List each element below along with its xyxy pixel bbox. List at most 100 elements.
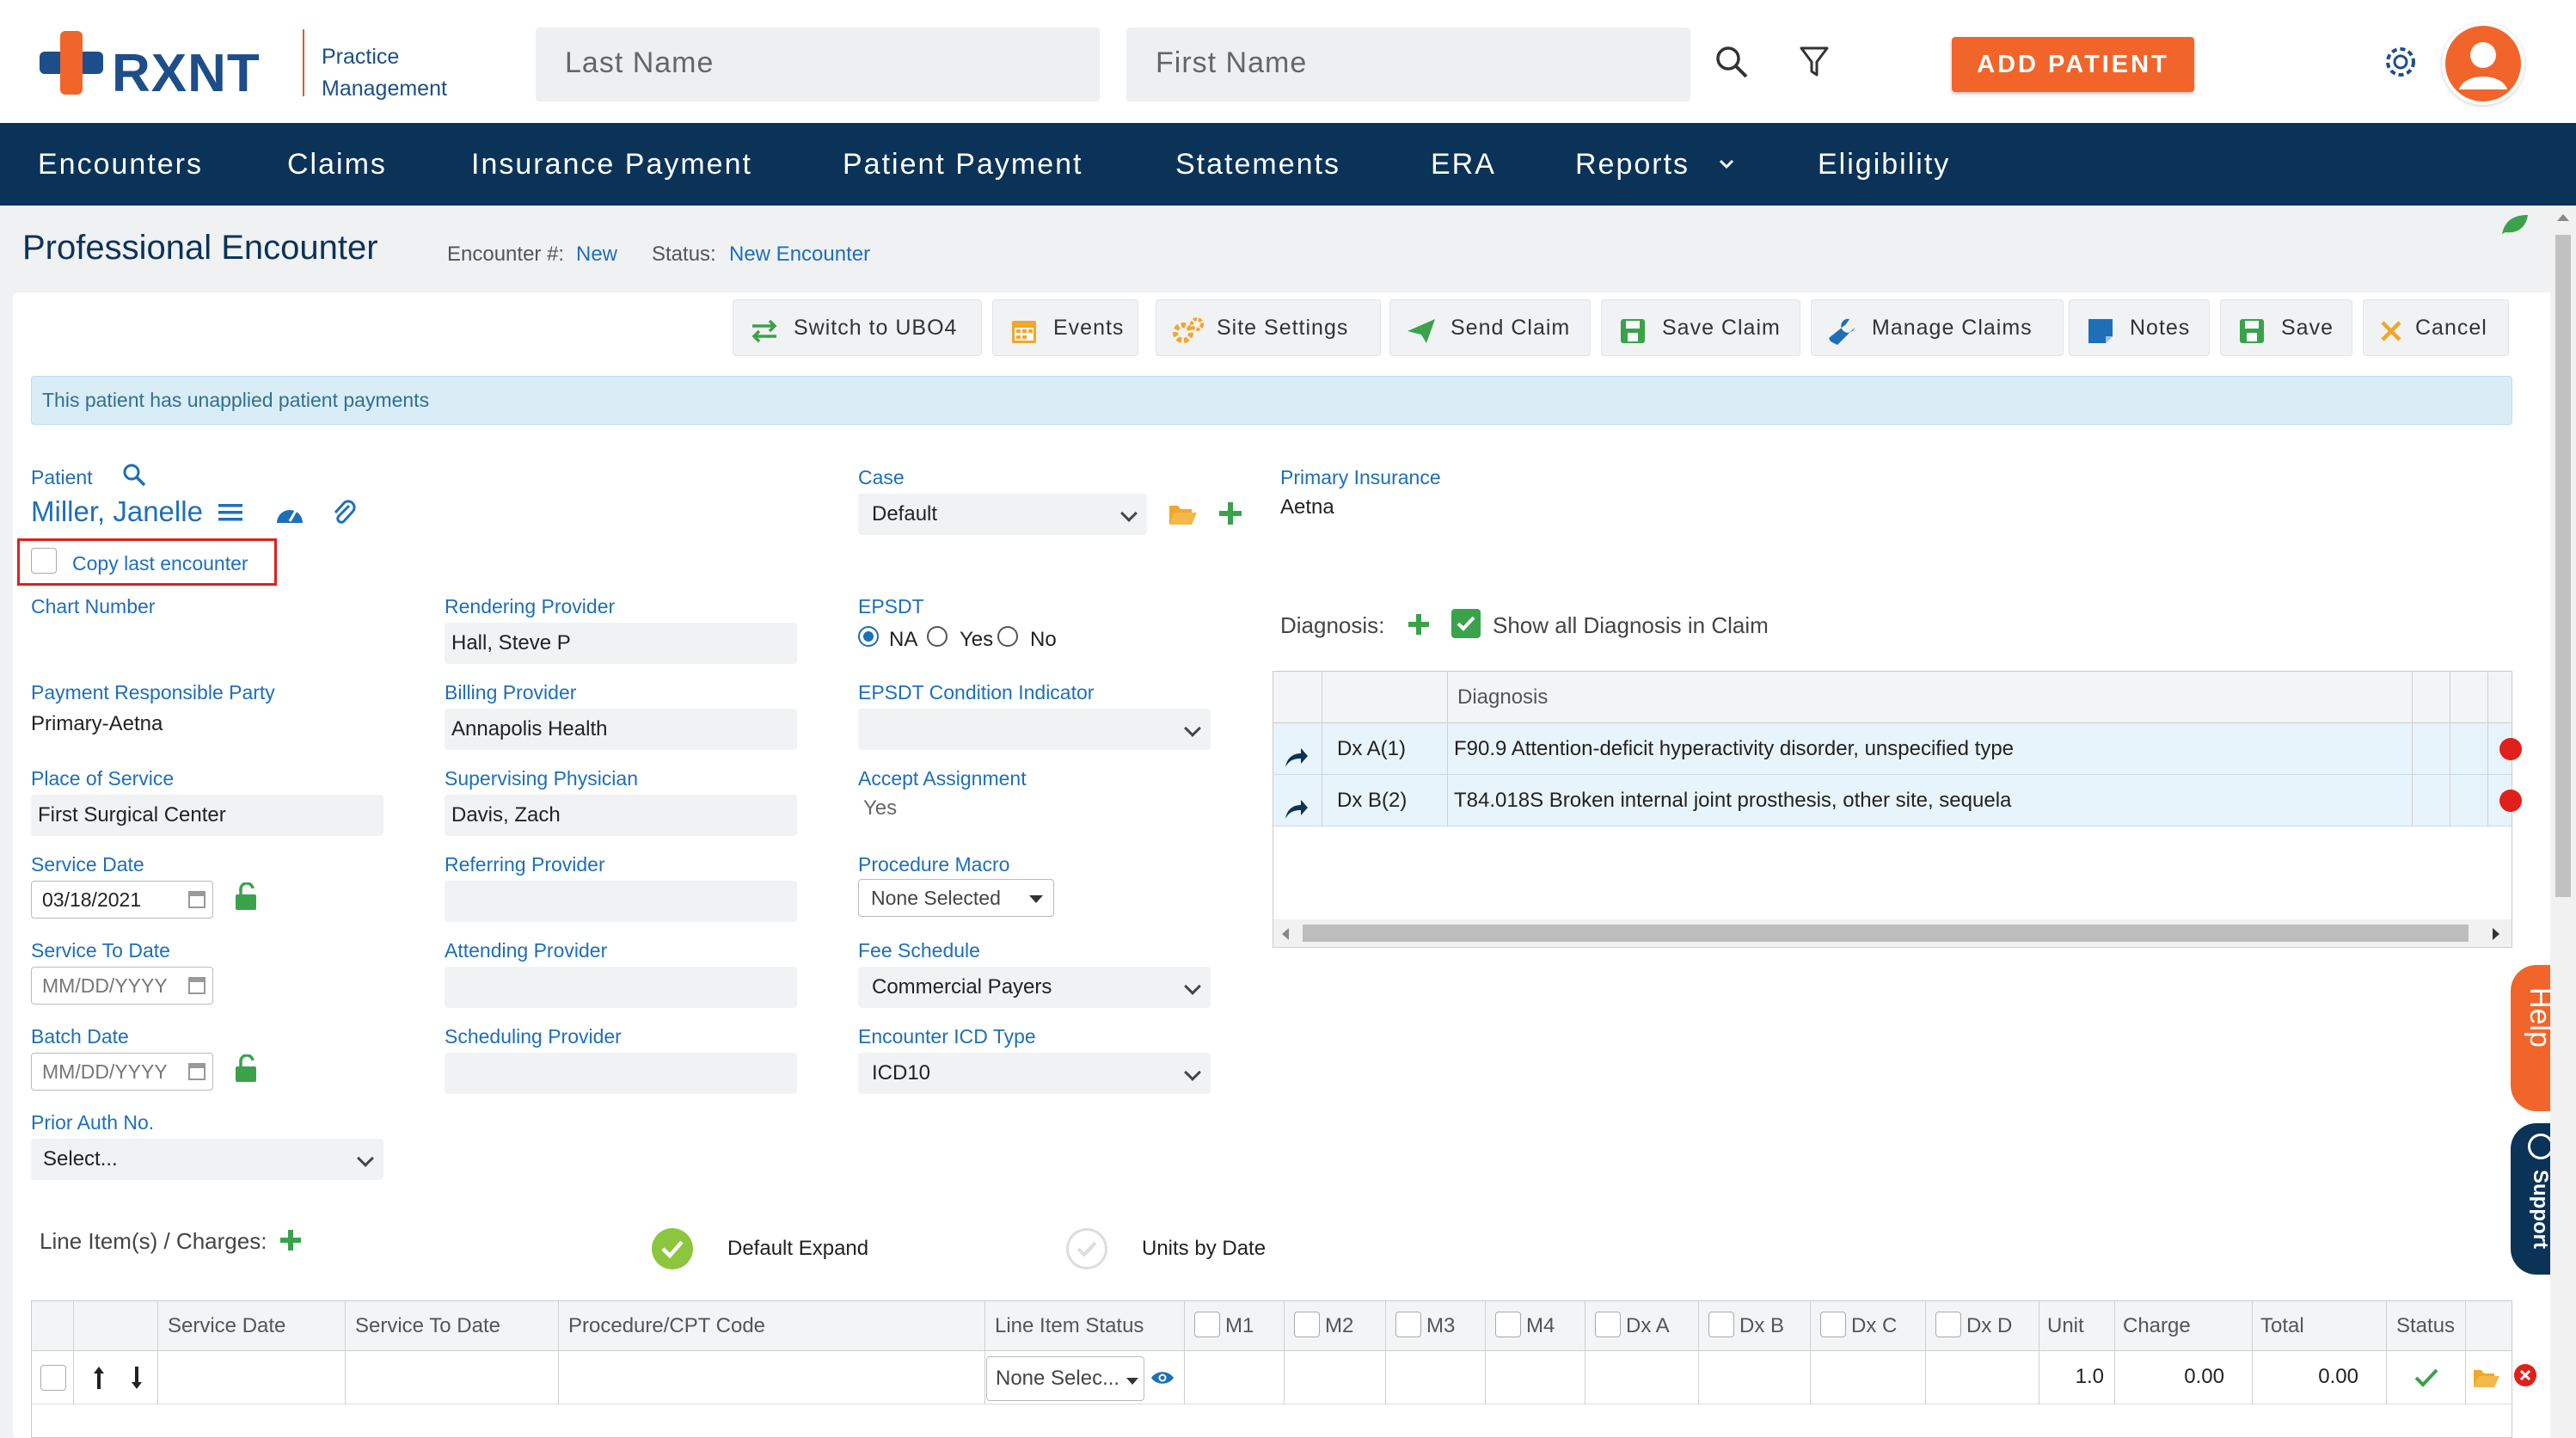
nav-patient-payment[interactable]: Patient Payment (843, 123, 1083, 206)
diagnosis-row[interactable]: Dx A(1) F90.9 Attention-deficit hyperact… (1273, 723, 2522, 775)
epsdt-yes-radio[interactable] (927, 626, 948, 647)
calendar-icon[interactable] (188, 1063, 205, 1080)
case-select[interactable]: Default (858, 494, 1147, 535)
chevron-down-icon[interactable] (1718, 156, 1735, 173)
save-claim-button[interactable]: Save Claim (1601, 299, 1800, 356)
scrollbar-thumb[interactable] (2555, 235, 2571, 897)
epsdt-no-radio[interactable] (997, 626, 1018, 647)
add-line-item-icon[interactable] (279, 1228, 303, 1252)
row-select-checkbox[interactable] (40, 1365, 66, 1391)
add-case-icon[interactable] (1217, 501, 1243, 526)
m4-checkbox[interactable] (1495, 1312, 1521, 1337)
notes-button[interactable]: Notes (2069, 299, 2210, 356)
last-name-input[interactable]: Last Name (536, 28, 1100, 101)
folder-open-icon[interactable] (2472, 1367, 2499, 1389)
batch-date-input[interactable]: MM/DD/YYYY (31, 1053, 213, 1091)
rendering-provider-input[interactable]: Hall, Steve P (445, 623, 797, 664)
prior-auth-select[interactable]: Select... (31, 1139, 383, 1180)
nav-eligibility[interactable]: Eligibility (1818, 123, 1950, 206)
place-of-service-input[interactable]: First Surgical Center (31, 795, 383, 836)
send-claim-button[interactable]: Send Claim (1389, 299, 1591, 356)
patient-label: Patient (31, 466, 93, 489)
remove-icon[interactable] (2499, 738, 2522, 760)
scroll-right-icon[interactable] (2493, 928, 2499, 940)
cancel-button[interactable]: Cancel (2363, 299, 2509, 356)
events-button[interactable]: Events (992, 299, 1138, 356)
nav-encounters[interactable]: Encounters (38, 123, 203, 206)
search-icon[interactable] (1714, 45, 1749, 79)
dxa-checkbox[interactable] (1595, 1312, 1621, 1337)
icd-type-select[interactable]: ICD10 (858, 1053, 1211, 1094)
scheduling-provider-input[interactable] (445, 1053, 797, 1094)
units-by-date-toggle[interactable] (1066, 1228, 1107, 1269)
folder-open-icon[interactable] (1168, 502, 1197, 526)
epsdt-na-radio[interactable] (858, 626, 879, 647)
default-expand-toggle[interactable] (652, 1228, 693, 1269)
save-button[interactable]: Save (2220, 299, 2352, 356)
paperclip-icon[interactable] (332, 499, 356, 526)
referring-provider-input[interactable] (445, 881, 797, 922)
switch-ub04-button[interactable]: Switch to UBO4 (733, 299, 982, 356)
avatar[interactable] (2442, 22, 2524, 105)
main-nav: Encounters Claims Insurance Payment Pati… (0, 123, 2576, 206)
nav-statements[interactable]: Statements (1175, 123, 1340, 206)
unit-value[interactable]: 1.0 (2070, 1365, 2104, 1389)
send-icon (1406, 312, 1437, 343)
copy-last-encounter-label[interactable]: Copy last encounter (72, 552, 248, 575)
line-status-select[interactable]: None Selec... (986, 1356, 1144, 1401)
manage-claims-button[interactable]: Manage Claims (1811, 299, 2064, 356)
epsdt-condition-select[interactable] (858, 709, 1211, 750)
nav-claims[interactable]: Claims (287, 123, 387, 206)
scroll-up-icon[interactable] (2557, 214, 2569, 221)
add-diagnosis-icon[interactable] (1407, 612, 1431, 636)
grid-divider (73, 1301, 74, 1404)
remove-line-icon[interactable] (2514, 1364, 2536, 1386)
nav-reports[interactable]: Reports (1575, 123, 1690, 206)
attending-provider-input[interactable] (445, 967, 797, 1008)
billing-provider-input[interactable]: Annapolis Health (445, 709, 797, 750)
first-name-input[interactable]: First Name (1126, 28, 1690, 101)
col-dxc: Dx C (1851, 1314, 1898, 1337)
calendar-icon[interactable] (188, 977, 205, 994)
dxd-checkbox[interactable] (1935, 1312, 1961, 1337)
scroll-left-icon[interactable] (1282, 928, 1289, 940)
service-to-date-input[interactable]: MM/DD/YYYY (31, 967, 213, 1005)
gear-icon[interactable] (2382, 43, 2420, 81)
m3-checkbox[interactable] (1395, 1312, 1421, 1337)
remove-icon[interactable] (2499, 790, 2522, 812)
unlock-icon[interactable] (234, 882, 258, 912)
m1-checkbox[interactable] (1194, 1312, 1220, 1337)
eye-icon[interactable] (1150, 1368, 1175, 1387)
diagnosis-row[interactable]: Dx B(2) T84.018S Broken internal joint p… (1273, 775, 2522, 827)
nav-era[interactable]: ERA (1431, 123, 1496, 206)
horizontal-scrollbar[interactable] (1273, 919, 2512, 947)
filter-icon[interactable] (1799, 45, 1830, 79)
patient-search-icon[interactable] (122, 463, 146, 487)
procedure-macro-select[interactable]: None Selected (858, 879, 1054, 917)
m2-checkbox[interactable] (1294, 1312, 1320, 1337)
menu-icon[interactable] (218, 502, 242, 523)
arrow-down-icon[interactable] (130, 1365, 144, 1391)
charge-value[interactable]: 0.00 (2173, 1365, 2224, 1389)
patient-name[interactable]: Miller, Janelle (31, 495, 203, 528)
copy-last-encounter-checkbox[interactable] (31, 548, 57, 574)
scrollbar-thumb[interactable] (1303, 925, 2469, 942)
unlock-icon[interactable] (234, 1054, 258, 1084)
show-all-diagnosis-checkbox[interactable] (1451, 609, 1481, 638)
dxc-checkbox[interactable] (1820, 1312, 1846, 1337)
site-settings-button[interactable]: Site Settings (1156, 299, 1381, 356)
supervising-physician-input[interactable]: Davis, Zach (445, 795, 797, 836)
service-date-input[interactable]: 03/18/2021 (31, 881, 213, 919)
dashboard-icon[interactable] (275, 501, 304, 525)
calendar-icon[interactable] (188, 891, 205, 908)
move-arrow-icon[interactable] (1284, 737, 1309, 767)
arrow-up-icon[interactable] (92, 1365, 106, 1391)
nav-insurance-payment[interactable]: Insurance Payment (471, 123, 752, 206)
move-arrow-icon[interactable] (1284, 789, 1309, 819)
leaf-icon[interactable] (2499, 212, 2530, 237)
fee-schedule-select[interactable]: Commercial Payers (858, 967, 1211, 1008)
table-row[interactable]: None Selec... 1.0 0.00 0.00 (32, 1351, 2512, 1404)
dxb-checkbox[interactable] (1708, 1312, 1734, 1337)
vertical-scrollbar[interactable] (2550, 206, 2576, 1438)
add-patient-button[interactable]: ADD PATIENT (1952, 37, 2194, 92)
